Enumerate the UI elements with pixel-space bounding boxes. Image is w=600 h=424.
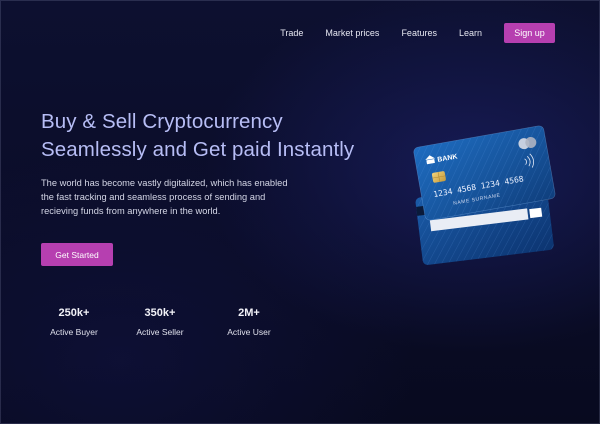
hero-title-line-2: Seamlessly and Get paid Instantly — [41, 138, 355, 161]
credit-card-illustration: BANK 1234 4568 1234 4568 NAME SURNAME — [413, 125, 556, 265]
stat-value: 2M+ — [238, 307, 260, 319]
stat-label: Active User — [227, 327, 271, 337]
stat-label: Active Seller — [136, 327, 184, 337]
hero-description-line-1: The world has become vastly digitalized,… — [41, 178, 288, 188]
stat-value: 350k+ — [144, 307, 176, 319]
stat-value: 250k+ — [58, 307, 90, 319]
hero-title-line-1: Buy & Sell Cryptocurrency — [41, 110, 283, 133]
nav-link-market-prices[interactable]: Market prices — [325, 28, 379, 38]
top-nav: Trade Market prices Features Learn Sign … — [280, 23, 555, 43]
stat-label: Active Buyer — [50, 327, 98, 337]
nav-link-features[interactable]: Features — [401, 28, 437, 38]
get-started-button[interactable]: Get Started — [41, 243, 113, 266]
signup-button[interactable]: Sign up — [504, 23, 555, 43]
stat-active-user: 2M+ Active User — [222, 306, 276, 337]
stat-active-buyer: 250k+ Active Buyer — [41, 306, 107, 337]
stat-active-seller: 350k+ Active Seller — [131, 306, 189, 337]
cvv-box — [529, 207, 543, 219]
hero-description: The world has become vastly digitalized,… — [41, 176, 331, 218]
hero-description-line-3: recieving funds from anywhere in the wor… — [41, 206, 221, 216]
hero-title: Buy & Sell Cryptocurrency Seamlessly and… — [41, 108, 354, 164]
nav-link-learn[interactable]: Learn — [459, 28, 482, 38]
nav-link-trade[interactable]: Trade — [280, 28, 303, 38]
hero-description-line-2: the fast tracking and seamless process o… — [41, 192, 266, 202]
